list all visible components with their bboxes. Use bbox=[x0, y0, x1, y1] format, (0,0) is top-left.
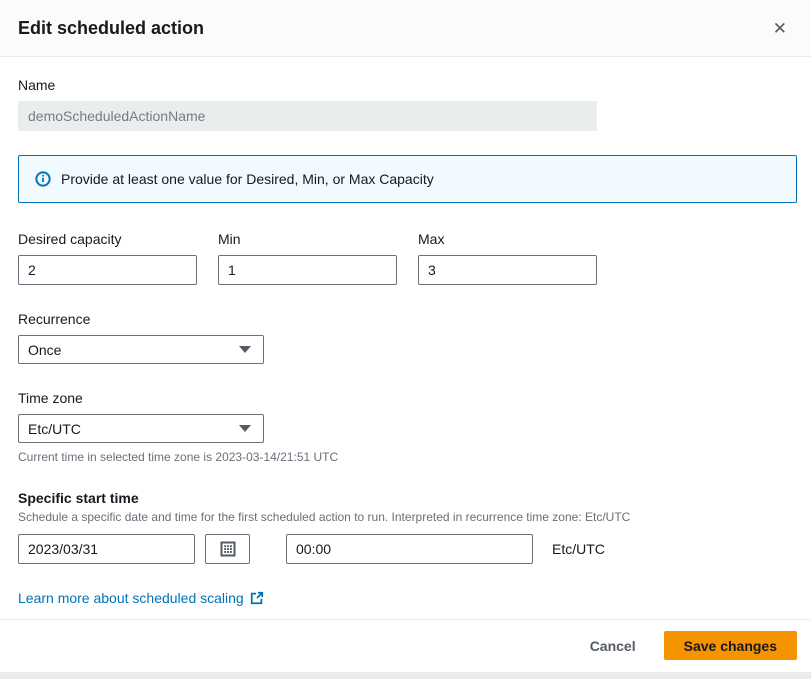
timezone-suffix: Etc/UTC bbox=[552, 541, 605, 557]
timezone-group: Time zone Etc/UTC Current time in select… bbox=[18, 390, 797, 464]
timezone-select[interactable]: Etc/UTC bbox=[18, 414, 264, 443]
info-circle-icon bbox=[35, 171, 51, 187]
desired-capacity-group: Desired capacity bbox=[18, 231, 197, 285]
edit-scheduled-action-modal: Edit scheduled action ✕ Name Provide at … bbox=[0, 0, 811, 672]
alert-message: Provide at least one value for Desired, … bbox=[61, 171, 434, 187]
save-changes-button[interactable]: Save changes bbox=[664, 631, 797, 660]
name-field-group: Name bbox=[18, 77, 597, 131]
calendar-icon bbox=[220, 541, 236, 557]
cancel-button[interactable]: Cancel bbox=[570, 633, 656, 659]
current-time-helper: Current time in selected time zone is 20… bbox=[18, 450, 797, 464]
capacity-row: Desired capacity Min Max bbox=[18, 231, 797, 285]
modal-title: Edit scheduled action bbox=[18, 18, 204, 39]
chevron-down-icon bbox=[239, 346, 251, 353]
learn-more-link[interactable]: Learn more about scheduled scaling bbox=[18, 590, 264, 606]
max-capacity-group: Max bbox=[418, 231, 597, 285]
chevron-down-icon bbox=[239, 425, 251, 432]
calendar-picker-button[interactable] bbox=[205, 534, 250, 564]
min-input[interactable] bbox=[218, 255, 397, 285]
start-time-description: Schedule a specific date and time for th… bbox=[18, 510, 797, 524]
start-time-input[interactable] bbox=[286, 534, 533, 564]
start-time-row: Etc/UTC bbox=[18, 534, 797, 564]
name-label: Name bbox=[18, 77, 597, 93]
recurrence-label: Recurrence bbox=[18, 311, 797, 327]
recurrence-selected-value: Once bbox=[28, 342, 61, 358]
name-input bbox=[18, 101, 597, 131]
recurrence-group: Recurrence Once bbox=[18, 311, 797, 364]
recurrence-select[interactable]: Once bbox=[18, 335, 264, 364]
start-time-group: Specific start time Schedule a specific … bbox=[18, 490, 797, 564]
modal-footer: Cancel Save changes bbox=[0, 619, 811, 672]
link-row: Learn more about scheduled scaling bbox=[18, 590, 797, 608]
close-icon[interactable]: ✕ bbox=[769, 16, 791, 41]
min-capacity-group: Min bbox=[218, 231, 397, 285]
max-input[interactable] bbox=[418, 255, 597, 285]
start-date-input[interactable] bbox=[18, 534, 195, 564]
timezone-selected-value: Etc/UTC bbox=[28, 421, 81, 437]
desired-capacity-input[interactable] bbox=[18, 255, 197, 285]
start-time-label: Specific start time bbox=[18, 490, 797, 506]
min-label: Min bbox=[218, 231, 397, 247]
timezone-label: Time zone bbox=[18, 390, 797, 406]
external-link-icon bbox=[250, 591, 264, 605]
max-label: Max bbox=[418, 231, 597, 247]
info-alert: Provide at least one value for Desired, … bbox=[18, 155, 797, 203]
modal-header: Edit scheduled action ✕ bbox=[0, 0, 811, 57]
learn-more-label: Learn more about scheduled scaling bbox=[18, 590, 244, 606]
modal-body: Name Provide at least one value for Desi… bbox=[0, 57, 811, 619]
desired-capacity-label: Desired capacity bbox=[18, 231, 197, 247]
